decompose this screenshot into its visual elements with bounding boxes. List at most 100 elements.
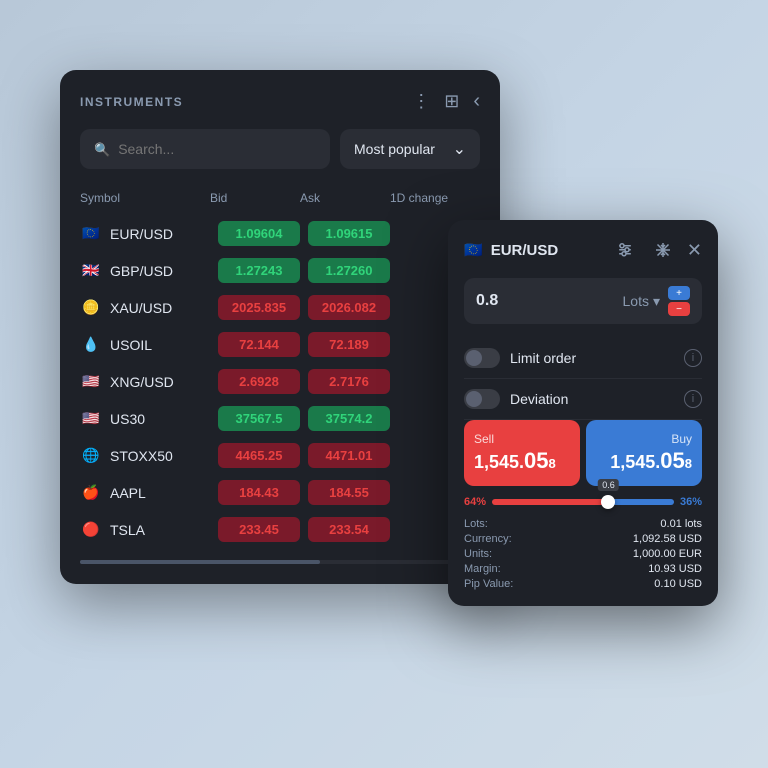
- trading-header-icons: ✕: [611, 236, 702, 264]
- deviation-row: Deviation i: [464, 379, 702, 420]
- table-row[interactable]: 🪙 XAU/USD 2025.835 2026.082: [80, 289, 480, 326]
- table-row[interactable]: 🇪🇺 EUR/USD 1.09604 1.09615: [80, 215, 480, 252]
- limit-order-row: Limit order i: [464, 338, 702, 379]
- table-row[interactable]: 🍎 AAPL 184.43 184.55: [80, 474, 480, 511]
- instrument-flag: 🇺🇸: [80, 371, 102, 393]
- deviation-label: Deviation: [510, 391, 674, 407]
- instrument-symbol: GBP/USD: [110, 263, 173, 279]
- grid-view-icon[interactable]: [444, 91, 459, 112]
- header-icons: [412, 90, 480, 113]
- bid-price: 233.45: [218, 517, 300, 542]
- table-row[interactable]: 🔴 TSLA 233.45 233.54: [80, 511, 480, 548]
- lot-increase-button[interactable]: +: [668, 286, 690, 300]
- ask-price: 2.7176: [308, 369, 390, 394]
- bid-price: 184.43: [218, 480, 300, 505]
- limit-order-label: Limit order: [510, 350, 674, 366]
- instrument-symbol: USOIL: [110, 337, 152, 353]
- ask-price: 1.27260: [308, 258, 390, 283]
- trading-title: 🇪🇺 EUR/USD: [464, 241, 558, 259]
- lot-unit: Lots ▾: [623, 293, 661, 310]
- collapse-icon[interactable]: [473, 90, 480, 113]
- instrument-name: 🇺🇸 US30: [80, 408, 210, 430]
- sell-price-main: 1,545.: [474, 452, 524, 473]
- buy-price-bold: 05: [660, 448, 684, 474]
- limit-order-toggle[interactable]: [464, 348, 500, 368]
- deviation-info-icon[interactable]: i: [684, 390, 702, 408]
- info-key: Pip Value:: [464, 578, 583, 590]
- instrument-name: 🇪🇺 EUR/USD: [80, 223, 210, 245]
- bid-price: 4465.25: [218, 443, 300, 468]
- instrument-name: 🇬🇧 GBP/USD: [80, 260, 210, 282]
- close-button[interactable]: ✕: [687, 240, 702, 261]
- info-table: Lots:0.01 lotsCurrency:1,092.58 USDUnits…: [464, 518, 702, 590]
- instrument-symbol: US30: [110, 411, 145, 427]
- ask-price: 233.54: [308, 517, 390, 542]
- instrument-symbol: STOXX50: [110, 448, 173, 464]
- bid-price: 1.09604: [218, 221, 300, 246]
- sliders-icon[interactable]: [611, 236, 639, 264]
- lot-value: 0.8: [476, 292, 615, 310]
- toggle-knob-2: [466, 391, 482, 407]
- buy-price-exp: 8: [685, 456, 692, 471]
- instrument-name: 🌐 STOXX50: [80, 445, 210, 467]
- table-row[interactable]: 💧 USOIL 72.144 72.189: [80, 326, 480, 363]
- info-val: 10.93 USD: [583, 563, 702, 575]
- deviation-toggle[interactable]: [464, 389, 500, 409]
- lot-controls: + −: [668, 286, 690, 316]
- instrument-name: 🇺🇸 XNG/USD: [80, 371, 210, 393]
- slider-track[interactable]: 0.6: [492, 499, 674, 505]
- more-options-icon[interactable]: [412, 91, 430, 112]
- instrument-flag: 💧: [80, 334, 102, 356]
- limit-order-info-icon[interactable]: i: [684, 349, 702, 367]
- buy-label: Buy: [596, 432, 692, 446]
- sell-button[interactable]: Sell 1,545. 058: [464, 420, 580, 486]
- panel-title: INSTRUMENTS: [80, 95, 183, 109]
- table-row[interactable]: 🇺🇸 US30 37567.5 37574.2: [80, 400, 480, 437]
- chevron-down-icon: [453, 139, 466, 159]
- table-row[interactable]: 🇺🇸 XNG/USD 2.6928 2.7176: [80, 363, 480, 400]
- slider-blue-label: 36%: [680, 496, 702, 508]
- buy-button[interactable]: Buy 1,545. 058: [586, 420, 702, 486]
- scrollbar-thumb[interactable]: [80, 560, 320, 564]
- scrollbar-track: [80, 560, 480, 564]
- table-header: Symbol Bid Ask 1D change: [80, 185, 480, 211]
- info-val: 1,092.58 USD: [583, 533, 702, 545]
- instrument-symbol: XAU/USD: [110, 300, 172, 316]
- bid-price: 2025.835: [218, 295, 300, 320]
- ask-price: 37574.2: [308, 406, 390, 431]
- slider-row: 64% 0.6 36%: [464, 496, 702, 508]
- info-key: Lots:: [464, 518, 583, 530]
- slider-thumb[interactable]: 0.6: [601, 495, 615, 509]
- instrument-symbol: EUR/USD: [110, 226, 173, 242]
- filter-label: Most popular: [354, 141, 435, 157]
- col-change: 1D change: [390, 191, 480, 205]
- search-box[interactable]: [80, 129, 330, 169]
- instrument-symbol: TSLA: [110, 522, 145, 538]
- table-row[interactable]: 🇬🇧 GBP/USD 1.27243 1.27260: [80, 252, 480, 289]
- table-row[interactable]: 🌐 STOXX50 4465.25 4471.01: [80, 437, 480, 474]
- snowflake-icon[interactable]: [649, 236, 677, 264]
- sell-label: Sell: [474, 432, 570, 446]
- lot-decrease-button[interactable]: −: [668, 302, 690, 316]
- buy-sell-row: Sell 1,545. 058 Buy 1,545. 058: [464, 420, 702, 486]
- bid-price: 72.144: [218, 332, 300, 357]
- filter-dropdown[interactable]: Most popular: [340, 129, 480, 169]
- instrument-flag: 🍎: [80, 482, 102, 504]
- slider-fill-red: [492, 499, 608, 505]
- slider-fill-blue: [608, 499, 673, 505]
- search-icon: [94, 141, 110, 158]
- instruments-table: 🇪🇺 EUR/USD 1.09604 1.09615 🇬🇧 GBP/USD 1.…: [80, 215, 480, 548]
- search-input[interactable]: [118, 141, 316, 157]
- trading-flag: 🇪🇺: [464, 241, 483, 259]
- buy-price-main: 1,545.: [610, 452, 660, 473]
- trading-symbol: EUR/USD: [491, 242, 559, 259]
- ask-price: 184.55: [308, 480, 390, 505]
- instruments-panel: INSTRUMENTS Most popular Symbol Bid Ask …: [60, 70, 500, 584]
- info-val: 0.10 USD: [583, 578, 702, 590]
- bid-price: 37567.5: [218, 406, 300, 431]
- instrument-name: 🔴 TSLA: [80, 519, 210, 541]
- ask-price: 1.09615: [308, 221, 390, 246]
- lot-unit-chevron: ▾: [653, 293, 660, 310]
- instrument-symbol: XNG/USD: [110, 374, 174, 390]
- buy-price: 1,545. 058: [596, 448, 692, 474]
